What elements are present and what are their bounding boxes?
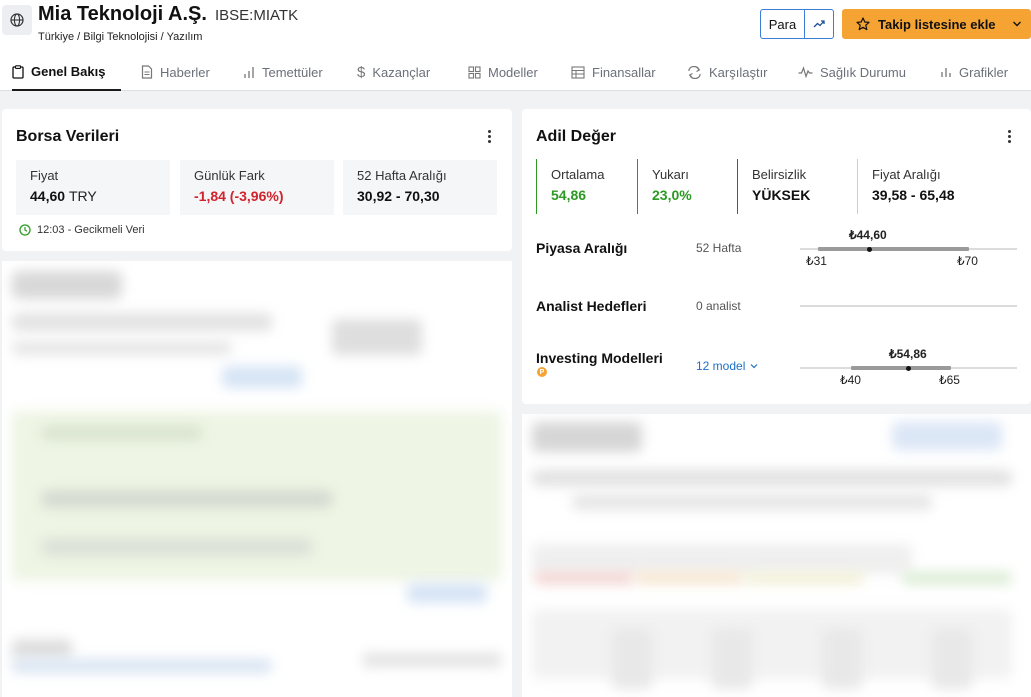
market-range-low: ₺31: [806, 254, 827, 268]
tab-label: Finansallar: [592, 64, 656, 80]
market-range-high: ₺70: [957, 254, 978, 268]
market-range-label: Piyasa Aralığı: [536, 240, 628, 256]
card-title: Adil Değer: [536, 128, 617, 145]
trend-button[interactable]: [804, 9, 834, 39]
bar-chart-icon: [941, 68, 951, 77]
add-to-watchlist-button[interactable]: Takip listesine ekle: [842, 9, 1031, 39]
exchange-data-card: Borsa Verileri Fiyat 44,60 TRY Günlük Fa…: [2, 109, 512, 251]
analyst-count: 0 analist: [696, 299, 741, 313]
fair-value-price-range: Fiyat Aralığı 39,58 - 65,48: [857, 159, 1017, 214]
pulse-icon: [798, 66, 813, 78]
blurred-content-left: [2, 261, 512, 697]
stat-value: 30,92 - 70,30: [357, 188, 440, 204]
document-icon: [141, 65, 153, 79]
currency-button[interactable]: Para: [760, 9, 805, 39]
market-range-period: 52 Hafta: [696, 241, 742, 255]
tab-grafikler[interactable]: Grafikler: [940, 54, 1008, 90]
trend-icon: [813, 20, 825, 28]
stat-label: Günlük Fark: [194, 168, 265, 183]
more-options-icon[interactable]: [1004, 130, 1014, 143]
market-range-bar: [818, 247, 969, 251]
models-high: ₺65: [939, 373, 960, 387]
globe-icon: [2, 5, 32, 35]
tab-bar: Genel Bakış Haberler Temettüler $ Kazanç…: [0, 54, 1031, 91]
models-range-bar: [851, 366, 951, 370]
tab-modeller[interactable]: Modeller: [468, 54, 538, 90]
watchlist-button-label: Takip listesine ekle: [878, 16, 996, 32]
chevron-down-icon: [750, 364, 758, 369]
company-name: Mia Teknoloji A.Ş.: [38, 3, 207, 25]
grid-icon: [468, 65, 481, 79]
tab-label: Modeller: [488, 64, 538, 80]
market-range-current: ₺44,60: [849, 228, 887, 242]
tab-label: Sağlık Durumu: [820, 64, 906, 80]
52-week-range-stat: 52 Hafta Aralığı 30,92 - 70,30: [343, 160, 497, 215]
breadcrumb[interactable]: Türkiye / Bilgi Teknolojisi / Yazılım: [38, 31, 202, 43]
tab-genel-bakis[interactable]: Genel Bakış: [12, 54, 121, 91]
stat-value: 44,60 TRY: [30, 188, 97, 204]
models-range-marker: [906, 365, 911, 371]
market-range-marker: [867, 246, 872, 252]
clipboard-icon: [12, 64, 24, 79]
stat-label: Fiyat: [30, 168, 59, 183]
tab-label: Kazançlar: [372, 64, 431, 80]
more-options-icon[interactable]: [484, 130, 494, 143]
blurred-content-right: [522, 414, 1031, 697]
tab-label: Genel Bakış: [31, 64, 106, 79]
price-stat: Fiyat 44,60 TRY: [16, 160, 170, 215]
investing-models-label: Investing Modelleri: [536, 350, 663, 366]
chevron-down-icon: [1012, 21, 1021, 27]
table-icon: [571, 65, 585, 79]
pro-badge-icon: P: [537, 367, 547, 377]
fair-value-card: Adil Değer Ortalama 54,86 Yukarı 23,0% B…: [522, 109, 1031, 404]
tab-saglik-durumu[interactable]: Sağlık Durumu: [798, 54, 906, 90]
tab-karsilastir[interactable]: Karşılaştır: [687, 54, 768, 90]
models-fair-value: ₺54,86: [889, 347, 927, 361]
tab-label: Karşılaştır: [709, 64, 768, 80]
tab-label: Grafikler: [959, 64, 1009, 80]
tab-label: Temettüler: [262, 64, 323, 80]
fair-value-uncertainty: Belirsizlik YÜKSEK: [737, 159, 857, 214]
compare-icon: [688, 65, 701, 79]
dollar-icon: $: [357, 63, 366, 81]
company-header: Mia Teknoloji A.Ş. IBSE:MIATK Türkiye / …: [0, 0, 1031, 54]
tab-kazanclar[interactable]: $ Kazançlar: [357, 54, 430, 90]
models-dropdown-link[interactable]: 12 model: [696, 359, 758, 373]
tab-temettuler[interactable]: Temettüler: [243, 54, 323, 90]
dividend-icon: [244, 67, 254, 78]
tab-haberler[interactable]: Haberler: [141, 54, 210, 90]
daily-change-stat: Günlük Fark -1,84 (-3,96%): [180, 160, 334, 215]
analyst-range-track: [800, 305, 1017, 307]
ticker-symbol: IBSE:MIATK: [215, 7, 299, 24]
fair-value-average: Ortalama 54,86: [536, 159, 636, 214]
models-low: ₺40: [840, 373, 861, 387]
card-title: Borsa Verileri: [16, 128, 120, 145]
tab-finansallar[interactable]: Finansallar: [571, 54, 656, 90]
analyst-targets-label: Analist Hedefleri: [536, 298, 647, 314]
tab-label: Haberler: [160, 64, 210, 80]
clock-icon: [19, 224, 31, 236]
stat-label: 52 Hafta Aralığı: [357, 168, 447, 183]
delayed-data-note: 12:03 - Gecikmeli Veri: [19, 224, 145, 236]
star-icon: [856, 17, 870, 31]
fair-value-upside: Yukarı 23,0%: [637, 159, 737, 214]
stat-value: -1,84 (-3,96%): [194, 188, 284, 204]
